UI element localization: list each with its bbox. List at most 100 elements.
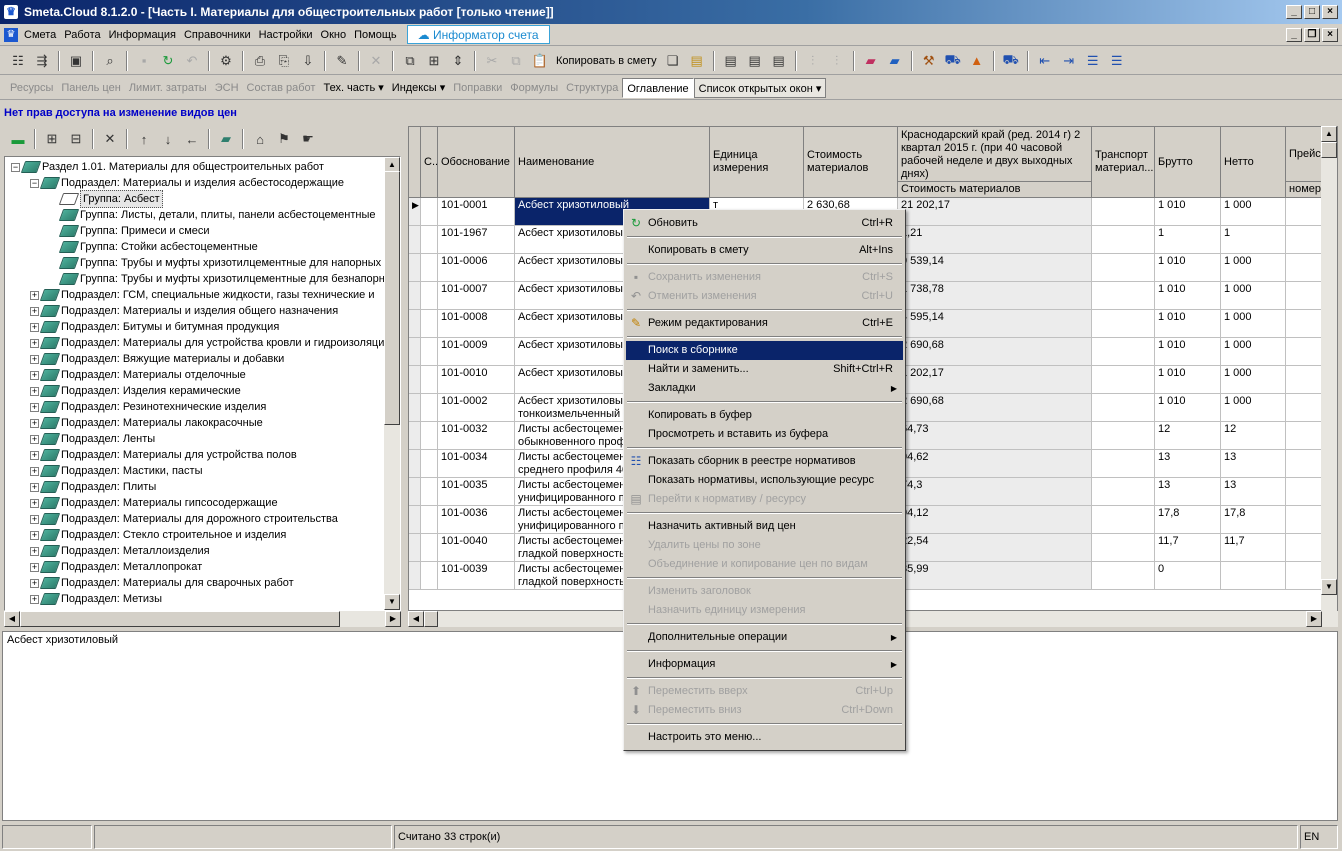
cell-region[interactable]: 64,73	[898, 422, 1092, 450]
cell-netto[interactable]: 1 000	[1221, 310, 1286, 338]
tree-node[interactable]: + Подраздел: Металлоизделия	[30, 543, 210, 559]
cell-code[interactable]: 101-0006	[438, 254, 515, 282]
scroll-down-icon[interactable]: ▼	[384, 594, 400, 610]
tab-tech-part[interactable]: Тех. часть ▾	[319, 78, 387, 98]
context-menu-item[interactable]: Копировать в смету Alt+Ins	[626, 241, 903, 260]
expand-icon[interactable]: +	[30, 338, 39, 348]
cell-transport[interactable]	[1092, 310, 1155, 338]
download-icon[interactable]: ⇩	[298, 51, 318, 71]
column-header-name[interactable]: Наименование	[515, 127, 710, 198]
cell-netto[interactable]: 1 000	[1221, 254, 1286, 282]
cell-ind[interactable]	[409, 422, 421, 450]
indent-icon[interactable]: ⇤	[1035, 51, 1055, 71]
scroll-up-icon[interactable]: ▲	[1321, 126, 1337, 142]
cell-c[interactable]	[421, 282, 438, 310]
cell-brutto[interactable]: 13	[1155, 450, 1221, 478]
scroll-down-icon[interactable]: ▼	[1321, 579, 1337, 595]
expand-icon[interactable]: +	[30, 450, 39, 460]
column-header-brutto[interactable]: Брутто	[1155, 127, 1221, 198]
context-menu-item[interactable]: ▪ Сохранить изменения Ctrl+S	[626, 268, 903, 287]
tree-icon[interactable]: ☷	[8, 51, 28, 71]
cell-transport[interactable]	[1092, 338, 1155, 366]
context-menu-item[interactable]: Назначить активный вид цен	[626, 517, 903, 536]
cell-transport[interactable]	[1092, 506, 1155, 534]
cell-region[interactable]: 22,54	[898, 534, 1092, 562]
paste-icon[interactable]: 📋	[530, 51, 550, 71]
cell-brutto[interactable]: 1 010	[1155, 282, 1221, 310]
cell-netto[interactable]: 1 000	[1221, 198, 1286, 226]
image-icon[interactable]: ▣	[66, 51, 86, 71]
scroll-left-icon[interactable]: ◀	[408, 611, 424, 627]
mdi-restore-button[interactable]: ❐	[1304, 28, 1320, 42]
context-menu-item[interactable]: ▤ Перейти к нормативу / ресурсу	[626, 490, 903, 509]
tree-node[interactable]: + Подраздел: Материалы лакокрасочные	[30, 415, 263, 431]
cell-ind[interactable]	[409, 254, 421, 282]
cell-c[interactable]	[421, 394, 438, 422]
cell-brutto[interactable]: 11,7	[1155, 534, 1221, 562]
close-button[interactable]: ×	[1322, 5, 1338, 19]
column-header-transport[interactable]: Транспорт материал...	[1092, 127, 1155, 198]
context-menu-item[interactable]: ↶ Отменить изменения Ctrl+U	[626, 287, 903, 306]
cell-netto[interactable]: 13	[1221, 450, 1286, 478]
cell-code[interactable]: 101-0009	[438, 338, 515, 366]
tree-node[interactable]: + Подраздел: Резинотехнические изделия	[30, 399, 266, 415]
tree-node[interactable]: + Подраздел: Изделия керамические	[30, 383, 241, 399]
cell-c[interactable]	[421, 226, 438, 254]
search-icon[interactable]: ⌕	[100, 51, 120, 71]
expand-icon[interactable]: +	[30, 322, 39, 332]
context-menu-item[interactable]: Настроить это меню...	[626, 728, 903, 747]
cell-ind[interactable]	[409, 506, 421, 534]
cell-netto[interactable]: 1	[1221, 226, 1286, 254]
context-menu-item[interactable]: Удалить цены по зоне	[626, 536, 903, 555]
filter-icon[interactable]: ⫶	[803, 51, 823, 71]
context-menu-item[interactable]: ⬆ Переместить вверх Ctrl+Up	[626, 682, 903, 701]
grid-vertical-scrollbar[interactable]: ▲ ▼	[1321, 126, 1337, 611]
column-header-unit[interactable]: Единица измерения	[710, 127, 804, 198]
cell-ind[interactable]	[409, 366, 421, 394]
tab-resources[interactable]: Ресурсы	[6, 78, 57, 98]
cell-code[interactable]: 101-0036	[438, 506, 515, 534]
tree-node[interactable]: Группа: Трубы и муфты хризотилцементные …	[49, 271, 385, 287]
cell-brutto[interactable]: 1 010	[1155, 198, 1221, 226]
cut-icon[interactable]: ✂	[482, 51, 502, 71]
cell-transport[interactable]	[1092, 254, 1155, 282]
cell-ind[interactable]	[409, 310, 421, 338]
hand-icon[interactable]: ☛	[298, 129, 318, 149]
scroll-right-icon[interactable]: ▶	[385, 611, 401, 627]
cell-brutto[interactable]: 1 010	[1155, 366, 1221, 394]
tree-node[interactable]: − Подраздел: Материалы и изделия асбестос…	[30, 175, 344, 191]
cell-c[interactable]	[421, 338, 438, 366]
tree-node[interactable]: + Подраздел: Мастики, пасты	[30, 463, 203, 479]
context-menu-item[interactable]: Копировать в буфер	[626, 406, 903, 425]
cell-c[interactable]	[421, 478, 438, 506]
cell-netto[interactable]: 1 000	[1221, 338, 1286, 366]
cell-region[interactable]: 1 738,78	[898, 282, 1092, 310]
pin-icon[interactable]: ⚑	[274, 129, 294, 149]
folder-open-icon[interactable]: ⌂	[250, 129, 270, 149]
mdi-minimize-button[interactable]: _	[1286, 28, 1302, 42]
open-windows-dropdown[interactable]: Список открытых окон ▾	[693, 77, 827, 98]
scroll-thumb[interactable]	[424, 611, 438, 627]
row-indicator-header[interactable]	[409, 127, 421, 198]
cell-brutto[interactable]: 1 010	[1155, 254, 1221, 282]
menu-informatsiya[interactable]: Информация	[105, 29, 180, 41]
tree-node[interactable]: + Подраздел: Материалы гипсосодержащие	[30, 495, 278, 511]
expand-icon[interactable]: +	[30, 514, 39, 524]
mdi-close-button[interactable]: ×	[1322, 28, 1338, 42]
move-icon[interactable]: ⇕	[448, 51, 468, 71]
list-icon[interactable]: ☰	[1107, 51, 1127, 71]
tree-node[interactable]: + Подраздел: Металлопрокат	[30, 559, 202, 575]
cell-code[interactable]: 101-1967	[438, 226, 515, 254]
tree-horizontal-scrollbar[interactable]: ◀ ▶	[4, 611, 401, 627]
cell-ind[interactable]	[409, 338, 421, 366]
column-header-region[interactable]: Краснодарский край (ред. 2014 г) 2 кварт…	[898, 127, 1092, 182]
cell-netto[interactable]: 12	[1221, 422, 1286, 450]
menu-spravochniki[interactable]: Справочники	[180, 29, 255, 41]
cell-c[interactable]	[421, 506, 438, 534]
print-preview-icon[interactable]: ⎘	[274, 51, 294, 71]
tools-icon[interactable]: ⚒	[919, 51, 939, 71]
scroll-thumb[interactable]	[384, 171, 400, 425]
tab-formulas[interactable]: Формулы	[506, 78, 562, 98]
cell-ind[interactable]	[409, 394, 421, 422]
cell-brutto[interactable]: 1 010	[1155, 394, 1221, 422]
